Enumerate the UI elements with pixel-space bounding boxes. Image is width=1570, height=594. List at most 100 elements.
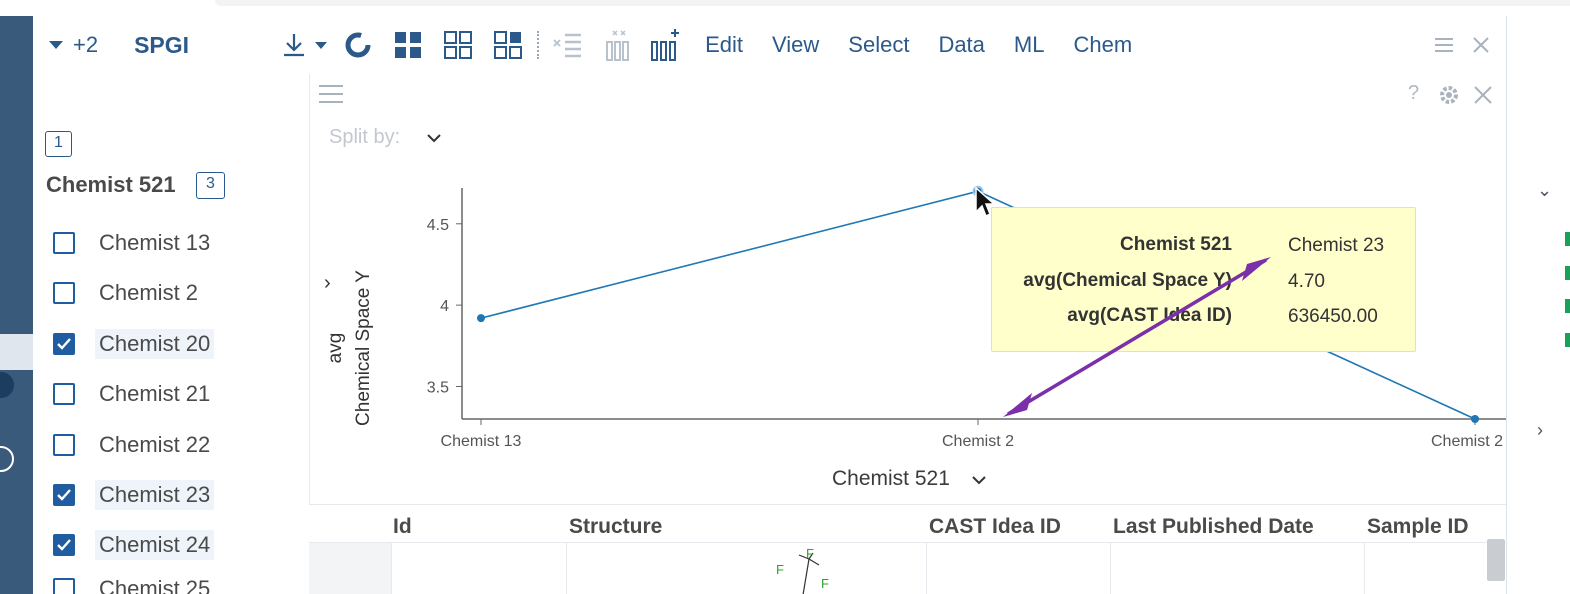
filter-checkbox-row[interactable]: Chemist 23: [53, 478, 215, 512]
filter-checkbox-row[interactable]: Chemist 25: [53, 572, 214, 594]
remove-columns-icon[interactable]: [603, 28, 633, 62]
column-divider: [391, 543, 392, 594]
tooltip-key: Chemist 521: [1120, 234, 1232, 255]
filter-checkbox-row[interactable]: Chemist 24: [53, 528, 215, 562]
layout-outline-icon[interactable]: [443, 30, 473, 60]
column-divider: [926, 543, 927, 594]
atom-label: F: [821, 576, 829, 591]
menu-data[interactable]: Data: [938, 32, 984, 58]
remove-rows-icon[interactable]: [551, 30, 585, 60]
toolbar-divider: [537, 31, 540, 59]
column-divider: [566, 543, 567, 594]
atom-label: F: [776, 562, 784, 577]
x-axis-ticks: Chemist 13 Chemist 2 Chemist 2: [441, 419, 1503, 450]
checkbox-checked[interactable]: [53, 333, 75, 355]
checkmark-icon: [57, 539, 71, 551]
filter-checkbox-row[interactable]: Chemist 20: [53, 327, 215, 361]
tooltip-value: Chemist 23: [1288, 235, 1385, 256]
checkbox-unchecked[interactable]: [53, 282, 75, 304]
filter-checkbox-label: Chemist 22: [99, 432, 211, 457]
close-icon[interactable]: [1472, 36, 1490, 54]
tooltip-value: 636450.00: [1288, 306, 1378, 327]
download-icon[interactable]: [281, 31, 307, 59]
caret-down-icon[interactable]: [315, 41, 328, 49]
y-axis-ticks: 3.5 4 4.5: [427, 217, 462, 396]
checkbox-checked[interactable]: [53, 534, 75, 556]
checkbox-unchecked[interactable]: [53, 434, 75, 456]
filter-panel: 1 Chemist 521 3 Chemist 13 Chemist 2 Chemi…: [33, 74, 309, 594]
x-axis-chevron-icon[interactable]: [971, 475, 987, 487]
checkbox-unchecked[interactable]: [53, 232, 75, 254]
grid-header: Id Structure CAST Idea ID Last Published…: [309, 505, 1506, 543]
filter-count-badge: 1: [45, 131, 72, 157]
property-marker: [1565, 333, 1570, 347]
right-side-panel: ⌄ ›: [1506, 16, 1570, 594]
checkbox-unchecked[interactable]: [53, 383, 75, 405]
property-marker: [1565, 299, 1570, 313]
property-marker: [1565, 266, 1570, 280]
chart-tooltip: Chemist 521 Chemist 23 avg(Chemical Spac…: [991, 207, 1416, 352]
rail-selected-slot[interactable]: [0, 334, 33, 370]
menu-chem[interactable]: Chem: [1073, 32, 1132, 58]
filter-checkbox-label: Chemist 25: [99, 576, 211, 594]
data-point[interactable]: [1471, 415, 1479, 423]
column-header-cast-idea-id[interactable]: CAST Idea ID: [929, 515, 1061, 539]
menu-view[interactable]: View: [772, 32, 819, 58]
y-axis-title[interactable]: avg Chemical Space Y: [325, 270, 374, 426]
data-grid: Id Structure CAST Idea ID Last Published…: [309, 504, 1506, 594]
menu-select[interactable]: Select: [848, 32, 909, 58]
tooltip-key: avg(Chemical Space Y): [1023, 270, 1232, 291]
filter-checkbox-row[interactable]: Chemist 13: [53, 226, 214, 260]
column-header-sample-id[interactable]: Sample ID: [1367, 515, 1469, 539]
add-columns-icon[interactable]: [649, 28, 681, 62]
molecule-structure[interactable]: F F F: [771, 543, 851, 594]
column-header-last-published-date[interactable]: Last Published Date: [1113, 515, 1314, 539]
dropdown-count[interactable]: +2: [73, 32, 98, 58]
y-axis-title-line1: avg: [325, 333, 346, 364]
checkmark-icon: [57, 489, 71, 501]
column-divider: [1364, 543, 1365, 594]
rail-dot-icon[interactable]: [0, 372, 14, 398]
filter-checkbox-label: Chemist 21: [99, 381, 211, 406]
hamburger-menu-icon[interactable]: [1434, 37, 1454, 53]
filter-checkbox-label: Chemist 20: [95, 329, 215, 359]
column-header-id[interactable]: Id: [393, 515, 412, 539]
menu-ml[interactable]: ML: [1014, 32, 1045, 58]
filter-checkbox-label: Chemist 23: [95, 480, 215, 510]
column-header-structure[interactable]: Structure: [569, 515, 662, 539]
chevron-right-icon[interactable]: ›: [1537, 420, 1543, 441]
x-axis-title[interactable]: Chemist 521: [832, 467, 950, 491]
filter-checkbox-row[interactable]: Chemist 22: [53, 428, 214, 462]
checkbox-unchecked[interactable]: [53, 578, 75, 594]
atom-label: F: [806, 546, 814, 561]
x-tick-label: Chemist 2: [1431, 433, 1503, 450]
grid-scrollbar-thumb[interactable]: [1487, 539, 1505, 581]
browser-address-strip: [215, 0, 1570, 6]
y-tick-label: 4: [440, 298, 449, 315]
filter-checkbox-label: Chemist 24: [95, 530, 215, 560]
data-point[interactable]: [477, 314, 485, 323]
y-tick-label: 4.5: [427, 217, 449, 234]
y-axis-title-line2: Chemical Space Y: [353, 270, 374, 426]
layout-grid-icon[interactable]: [393, 30, 423, 60]
layout-mixed-icon[interactable]: [493, 30, 523, 60]
filter-title-count-badge: 3: [196, 172, 225, 199]
filter-column-title: Chemist 521: [46, 172, 176, 197]
filter-checkbox-label: Chemist 2: [99, 280, 199, 305]
chevron-down-icon[interactable]: ⌄: [1537, 180, 1552, 201]
rail-ring-icon[interactable]: [0, 446, 14, 472]
row-header[interactable]: [309, 543, 391, 594]
property-marker: [1565, 232, 1570, 246]
x-tick-label: Chemist 2: [942, 433, 1014, 450]
filter-checkbox-label: Chemist 13: [99, 230, 211, 255]
menu-edit[interactable]: Edit: [705, 32, 743, 58]
column-divider: [1110, 543, 1111, 594]
tooltip-key: avg(CAST Idea ID): [1067, 305, 1232, 326]
checkmark-icon: [57, 338, 71, 350]
filter-checkbox-row[interactable]: Chemist 2: [53, 276, 202, 310]
refresh-icon[interactable]: [343, 30, 373, 60]
filter-checkbox-row[interactable]: Chemist 21: [53, 377, 214, 411]
caret-down-icon[interactable]: [49, 41, 63, 49]
checkbox-checked[interactable]: [53, 484, 75, 506]
table-name[interactable]: SPGI: [134, 32, 189, 59]
